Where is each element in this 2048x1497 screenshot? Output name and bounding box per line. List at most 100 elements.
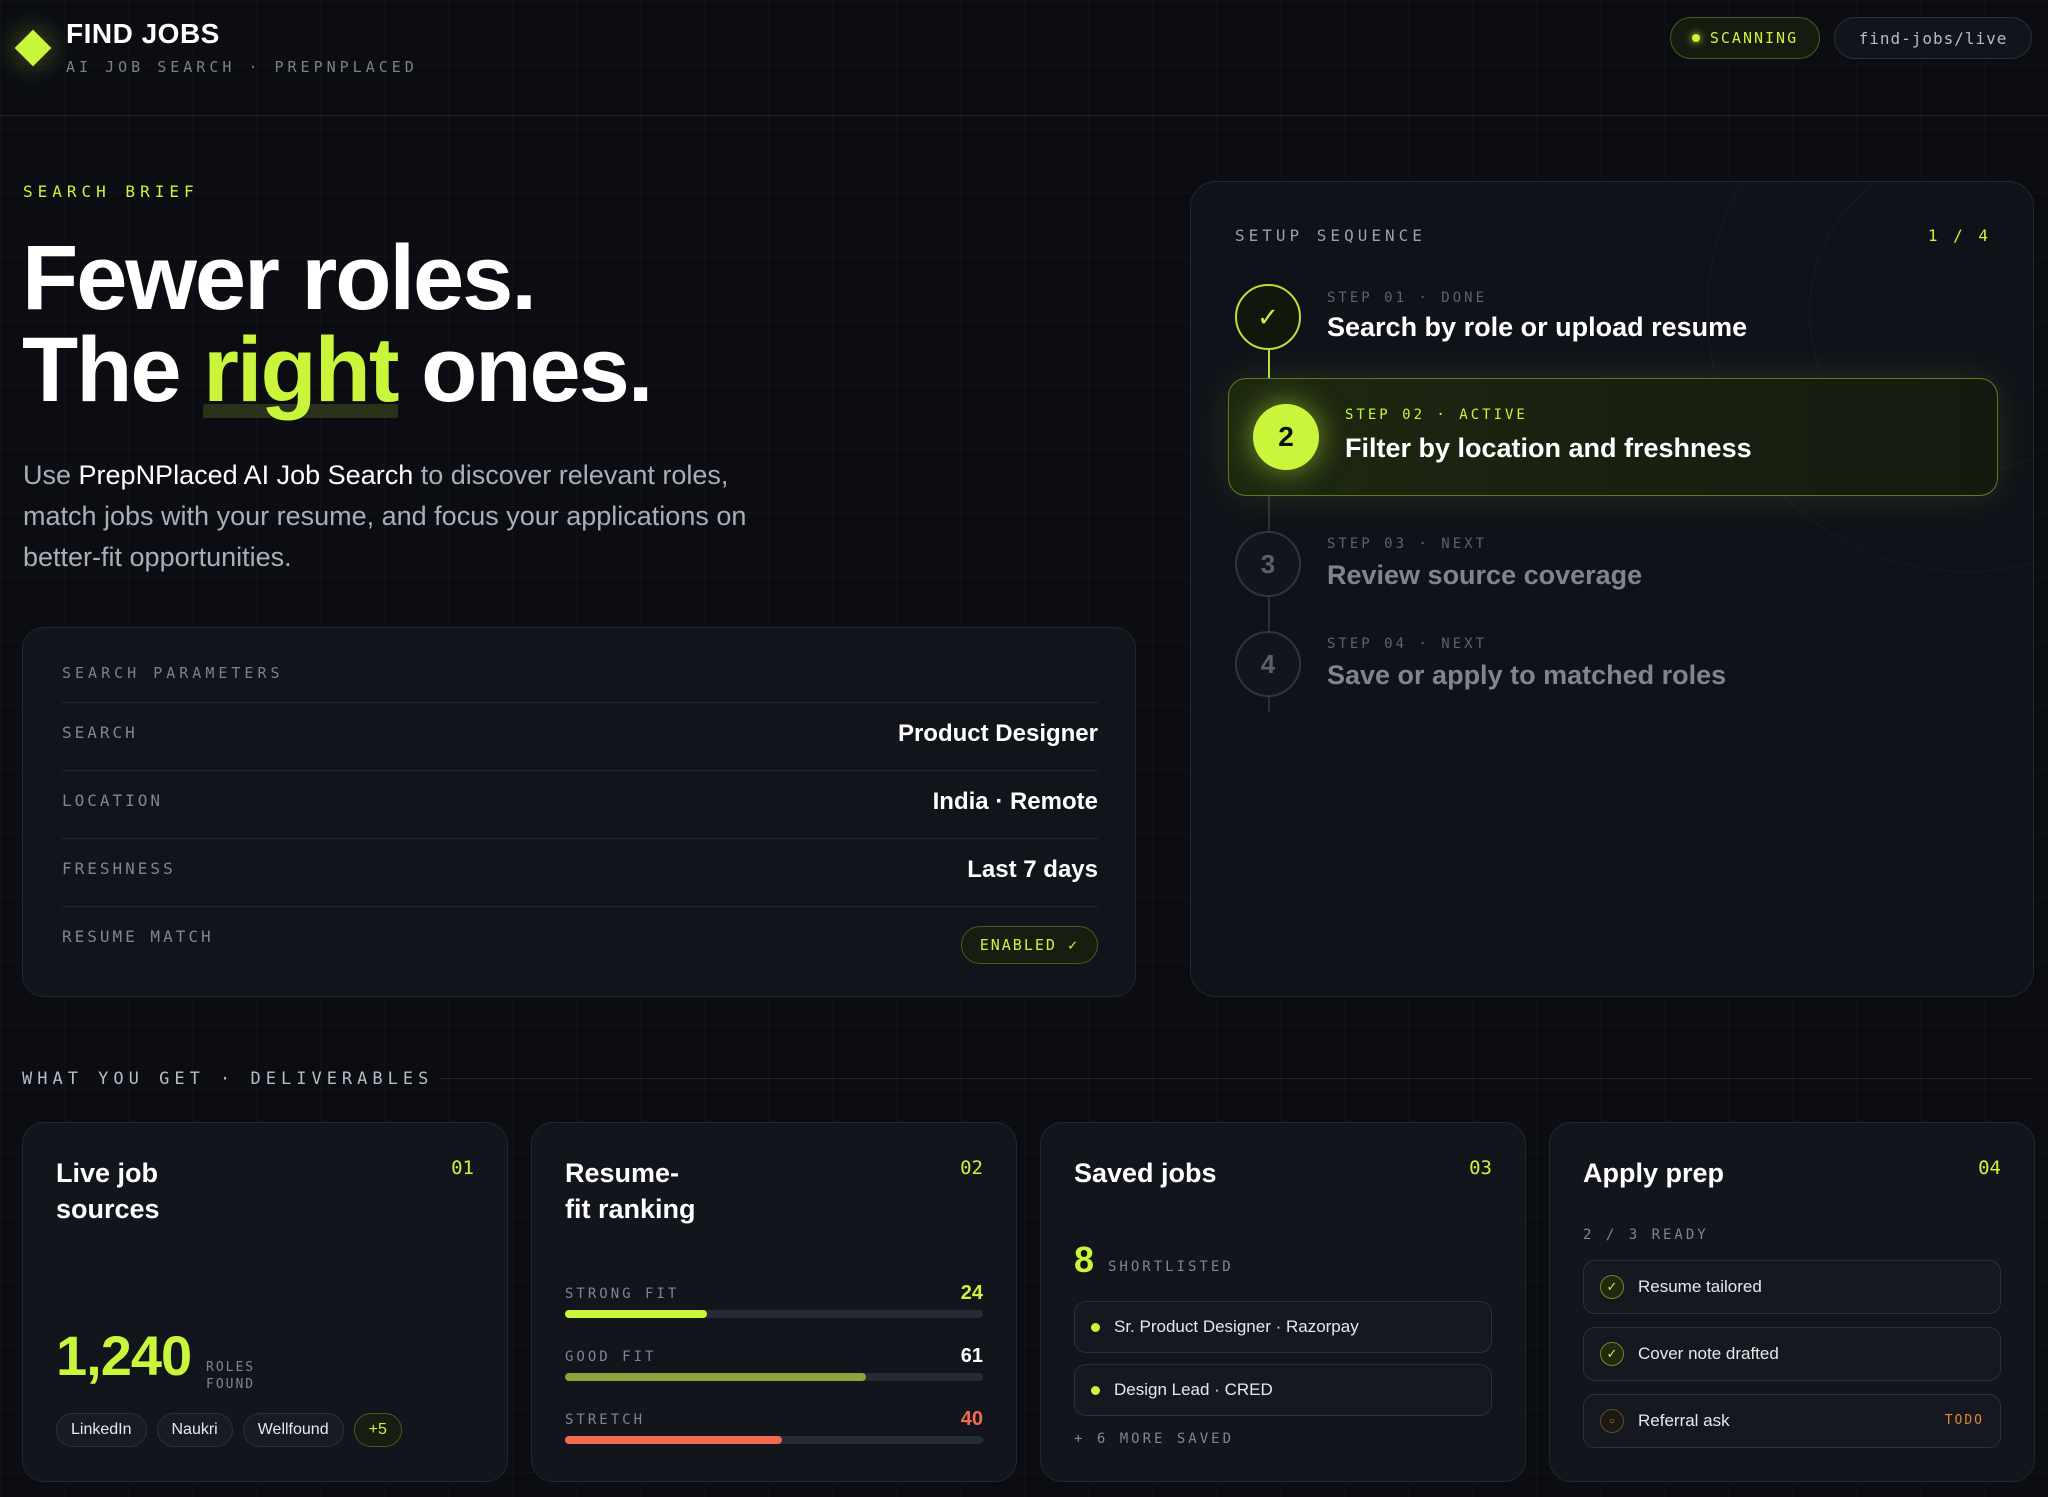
ready-caption: 2 / 3 READY (1583, 1227, 1709, 1243)
chip-naukri[interactable]: Naukri (156, 1413, 233, 1447)
card-title-line: fit ranking (565, 1194, 696, 1224)
step-number: 3 (1235, 531, 1301, 597)
card-title-line: Live job (56, 1158, 159, 1188)
param-row-location[interactable]: LOCATION India · Remote (62, 770, 1098, 838)
hero-description: Use PrepNPlaced AI Job Search to discove… (23, 455, 803, 578)
step-label[interactable]: Search by role or upload resume (1327, 312, 1747, 343)
card-title-line: Resume- (565, 1158, 680, 1188)
params-title: SEARCH PARAMETERS (62, 664, 284, 682)
prep-item[interactable]: ✓ Cover note drafted (1583, 1327, 2001, 1381)
step-meta: STEP 04 · NEXT (1327, 636, 1488, 652)
check-icon: ✓ (1600, 1275, 1624, 1299)
param-key: SEARCH (62, 723, 138, 742)
step-meta: STEP 02 · ACTIVE (1345, 407, 1528, 423)
step-meta: STEP 03 · NEXT (1327, 536, 1488, 552)
card-title: Apply prep (1583, 1158, 1725, 1188)
prep-item[interactable]: ○ Referral ask TODO (1583, 1394, 2001, 1448)
hero-line-2-post: ones. (397, 319, 653, 421)
param-key: LOCATION (62, 791, 164, 810)
param-row-freshness[interactable]: FRESHNESS Last 7 days (62, 838, 1098, 906)
bar-fill (565, 1310, 708, 1318)
bullet-dot-icon (1091, 1322, 1100, 1332)
saved-job-label: Design Lead · CRED (1114, 1380, 1273, 1399)
todo-tag: TODO (1944, 1413, 1984, 1428)
param-row-resume-match[interactable]: RESUME MATCH ENABLED ✓ (62, 906, 1098, 974)
divider (440, 1078, 2032, 1079)
app-header: FIND JOBS AI JOB SEARCH · PREPNPLACED SC… (0, 0, 2048, 116)
saved-job-item[interactable]: Design Lead · CRED (1074, 1364, 1492, 1416)
prep-item-label: Referral ask (1638, 1411, 1730, 1430)
step-label[interactable]: Review source coverage (1327, 560, 1642, 591)
check-icon: ✓ (1235, 284, 1301, 350)
roles-found-caption: ROLES FOUND (206, 1359, 255, 1393)
chip-wellfound[interactable]: Wellfound (242, 1413, 344, 1447)
card-title: Saved jobs (1074, 1158, 1217, 1188)
setup-sequence-panel: SETUP SEQUENCE 1 / 4 ✓ STEP 01 · DONE Se… (1190, 181, 2034, 997)
app-title: FIND JOBS (66, 18, 220, 49)
bar-track (565, 1436, 983, 1444)
step-label[interactable]: Save or apply to matched roles (1327, 660, 1726, 691)
card-apply-prep[interactable]: Apply prep 04 2 / 3 READY ✓ Resume tailo… (1549, 1122, 2035, 1482)
deliverables-heading: WHAT YOU GET · DELIVERABLES (22, 1069, 434, 1089)
active-step-number: 2 (1253, 404, 1319, 470)
param-row-search[interactable]: SEARCH Product Designer (62, 702, 1098, 770)
card-saved-jobs[interactable]: Saved jobs 03 8 SHORTLISTED Sr. Product … (1040, 1122, 1526, 1482)
prep-item-label: Resume tailored (1638, 1277, 1762, 1296)
bar-label: STRETCH (565, 1412, 646, 1428)
more-saved-link[interactable]: + 6 MORE SAVED (1074, 1431, 1234, 1447)
card-live-job-sources[interactable]: Live job sources 01 1,240 ROLES FOUND Li… (22, 1122, 508, 1482)
source-chips: LinkedIn Naukri Wellfound +5 (56, 1413, 402, 1447)
scanning-status-pill[interactable]: SCANNING (1670, 17, 1820, 59)
scanning-label: SCANNING (1709, 29, 1799, 47)
chip-more[interactable]: +5 (353, 1413, 402, 1447)
param-value: India · Remote (932, 788, 1098, 815)
caption-line: FOUND (206, 1377, 256, 1392)
desc-pre: Use (23, 460, 79, 490)
step-label: Filter by location and freshness (1345, 433, 1752, 463)
saved-job-item[interactable]: Sr. Product Designer · Razorpay (1074, 1301, 1492, 1353)
setup-title: SETUP SEQUENCE (1235, 226, 1426, 245)
param-value: Last 7 days (967, 856, 1098, 883)
status-dot-icon (1691, 34, 1700, 42)
search-parameters-card: SEARCH PARAMETERS SEARCH Product Designe… (22, 627, 1136, 997)
hero-line-2-pre: The (22, 319, 204, 421)
prep-item-label: Cover note drafted (1638, 1344, 1779, 1363)
hero-line-2: The right ones. (22, 324, 653, 418)
card-number: 02 (960, 1157, 983, 1179)
step-meta: STEP 01 · DONE (1327, 290, 1488, 306)
bar-fill (565, 1436, 783, 1444)
saved-job-label: Sr. Product Designer · Razorpay (1114, 1317, 1359, 1336)
shortlisted-caption: SHORTLISTED (1108, 1259, 1234, 1275)
search-brief-eyebrow: SEARCH BRIEF (23, 182, 199, 201)
param-value: Product Designer (897, 720, 1098, 747)
caption-line: ROLES (206, 1360, 256, 1375)
active-step[interactable]: 2 STEP 02 · ACTIVE Filter by location an… (1228, 378, 1998, 496)
card-title: Resume- fit ranking (565, 1155, 696, 1227)
bar-value: 24 (960, 1282, 983, 1304)
bar-value: 61 (960, 1345, 983, 1367)
roles-found-count: 1,240 (56, 1324, 192, 1387)
bullet-dot-icon (1091, 1385, 1100, 1395)
bar-track (565, 1373, 983, 1381)
check-icon: ✓ (1600, 1342, 1624, 1366)
param-key: FRESHNESS (62, 859, 176, 878)
card-resume-fit-ranking[interactable]: Resume- fit ranking 02 STRONG FIT 24 GOO… (531, 1122, 1017, 1482)
chip-linkedin[interactable]: LinkedIn (56, 1413, 147, 1447)
step-number: 4 (1235, 631, 1301, 697)
setup-progress: 1 / 4 (1927, 226, 1991, 245)
logo-diamond-icon (14, 29, 52, 67)
bar-label: GOOD FIT (565, 1349, 657, 1365)
bar-value: 40 (960, 1408, 983, 1430)
route-pill[interactable]: find-jobs/live (1834, 17, 2032, 59)
pending-icon: ○ (1600, 1409, 1624, 1433)
card-title: Live job sources (56, 1155, 160, 1227)
param-key: RESUME MATCH (62, 927, 214, 946)
card-number: 01 (451, 1157, 474, 1179)
prep-item[interactable]: ✓ Resume tailored (1583, 1260, 2001, 1314)
desc-brand: PrepNPlaced AI Job Search (78, 460, 414, 490)
enabled-badge[interactable]: ENABLED ✓ (960, 926, 1098, 964)
card-title-line: sources (56, 1194, 160, 1224)
bar-fill (565, 1373, 866, 1381)
bar-label: STRONG FIT (565, 1286, 680, 1302)
card-number: 04 (1978, 1157, 2001, 1179)
